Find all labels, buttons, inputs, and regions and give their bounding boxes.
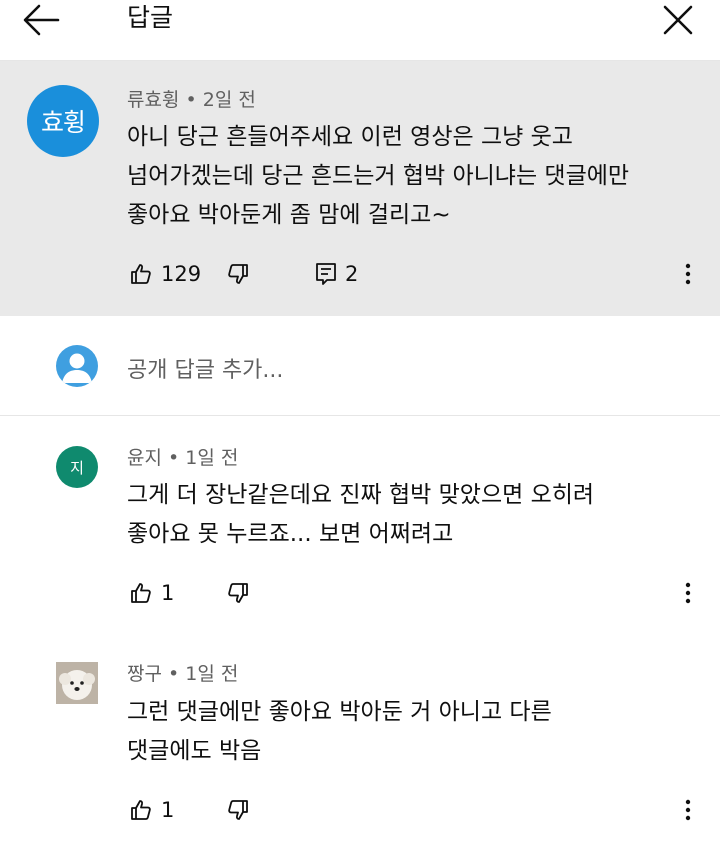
more-vert-icon: [685, 582, 691, 604]
dislike-button[interactable]: [226, 578, 250, 608]
comment-text-line: 좋아요 못 누르죠... 보면 어쩌려고: [127, 521, 454, 547]
add-reply-row: 공개 답글 추가...: [0, 316, 720, 416]
avatar[interactable]: 효휭: [27, 85, 99, 157]
like-count: 1: [161, 798, 175, 822]
thumbs-up-icon: [131, 264, 151, 284]
arrow-left-icon: [23, 4, 60, 36]
page-title: 답글: [127, 3, 174, 32]
comment-text-line: 넘어가겠는데 당근 흔드는거 협박 아니냐는 댓글에만: [127, 163, 630, 189]
dog-photo-icon: [56, 662, 98, 704]
meta-separator: •: [168, 663, 180, 685]
thumbs-down-icon: [228, 800, 248, 820]
close-button[interactable]: [656, 0, 700, 40]
comment-text-line: 댓글에도 박음: [127, 738, 262, 764]
more-options-button[interactable]: [678, 795, 698, 825]
thumbs-down-icon: [228, 583, 248, 603]
like-count: 129: [161, 262, 202, 286]
comment-meta: 윤지 • 1일 전: [127, 446, 238, 470]
close-icon: [663, 5, 693, 35]
comment-time: 2일 전: [202, 89, 256, 111]
meta-separator: •: [168, 447, 180, 469]
avatar[interactable]: 지: [56, 446, 98, 488]
comment-text: 그런 댓글에만 좋아요 박아둔 거 아니고 다른 댓글에도 박음: [127, 693, 552, 771]
dislike-button[interactable]: [226, 795, 250, 825]
person-icon: [62, 353, 92, 383]
comment-text-line: 그게 더 장난같은데요 진짜 협박 맞았으면 오히려: [127, 482, 595, 508]
comment-text: 아니 당근 흔들어주세요 이런 영상은 그냥 웃고 넘어가겠는데 당근 흔드는거…: [127, 118, 629, 235]
comment-text: 그게 더 장난같은데요 진짜 협박 맞았으면 오히려 좋아요 못 누르죠... …: [127, 476, 594, 554]
comment-meta: 류효휭 • 2일 전: [127, 88, 256, 112]
thumbs-down-icon: [228, 264, 248, 284]
meta-separator: •: [185, 89, 197, 111]
reply-count: 2: [345, 262, 359, 286]
more-vert-icon: [685, 263, 691, 285]
like-count: 1: [161, 581, 175, 605]
more-options-button[interactable]: [678, 578, 698, 608]
more-options-button[interactable]: [678, 259, 698, 289]
comment-text-line: 아니 당근 흔들어주세요 이런 영상은 그냥 웃고: [127, 124, 573, 150]
like-button[interactable]: 1: [129, 578, 174, 608]
reply-count-button[interactable]: 2: [315, 259, 358, 289]
more-vert-icon: [685, 799, 691, 821]
comment-author[interactable]: 류효휭: [127, 89, 179, 111]
comment-text-line: 그런 댓글에만 좋아요 박아둔 거 아니고 다른: [127, 699, 552, 725]
top-bar: 답글: [0, 0, 720, 61]
user-avatar: [56, 345, 98, 387]
thumbs-up-icon: [131, 800, 151, 820]
parent-comment: 효휭 류효휭 • 2일 전 아니 당근 흔들어주세요 이런 영상은 그냥 웃고 …: [0, 61, 720, 316]
comment-icon: [316, 263, 336, 285]
like-button[interactable]: 1: [129, 795, 174, 825]
comment-author[interactable]: 짱구: [127, 663, 162, 685]
comment-text-line: 좋아요 박아둔게 좀 맘에 걸리고~: [127, 202, 451, 228]
comment-time: 1일 전: [185, 447, 239, 469]
comment-time: 1일 전: [185, 663, 239, 685]
reply-input[interactable]: 공개 답글 추가...: [127, 352, 283, 384]
thumbs-up-icon: [131, 583, 151, 603]
dislike-button[interactable]: [226, 259, 250, 289]
back-button[interactable]: [22, 0, 66, 40]
like-button[interactable]: 129: [129, 259, 201, 289]
comment-meta: 짱구 • 1일 전: [127, 662, 238, 686]
avatar[interactable]: [56, 662, 98, 704]
comment-author[interactable]: 윤지: [127, 447, 162, 469]
